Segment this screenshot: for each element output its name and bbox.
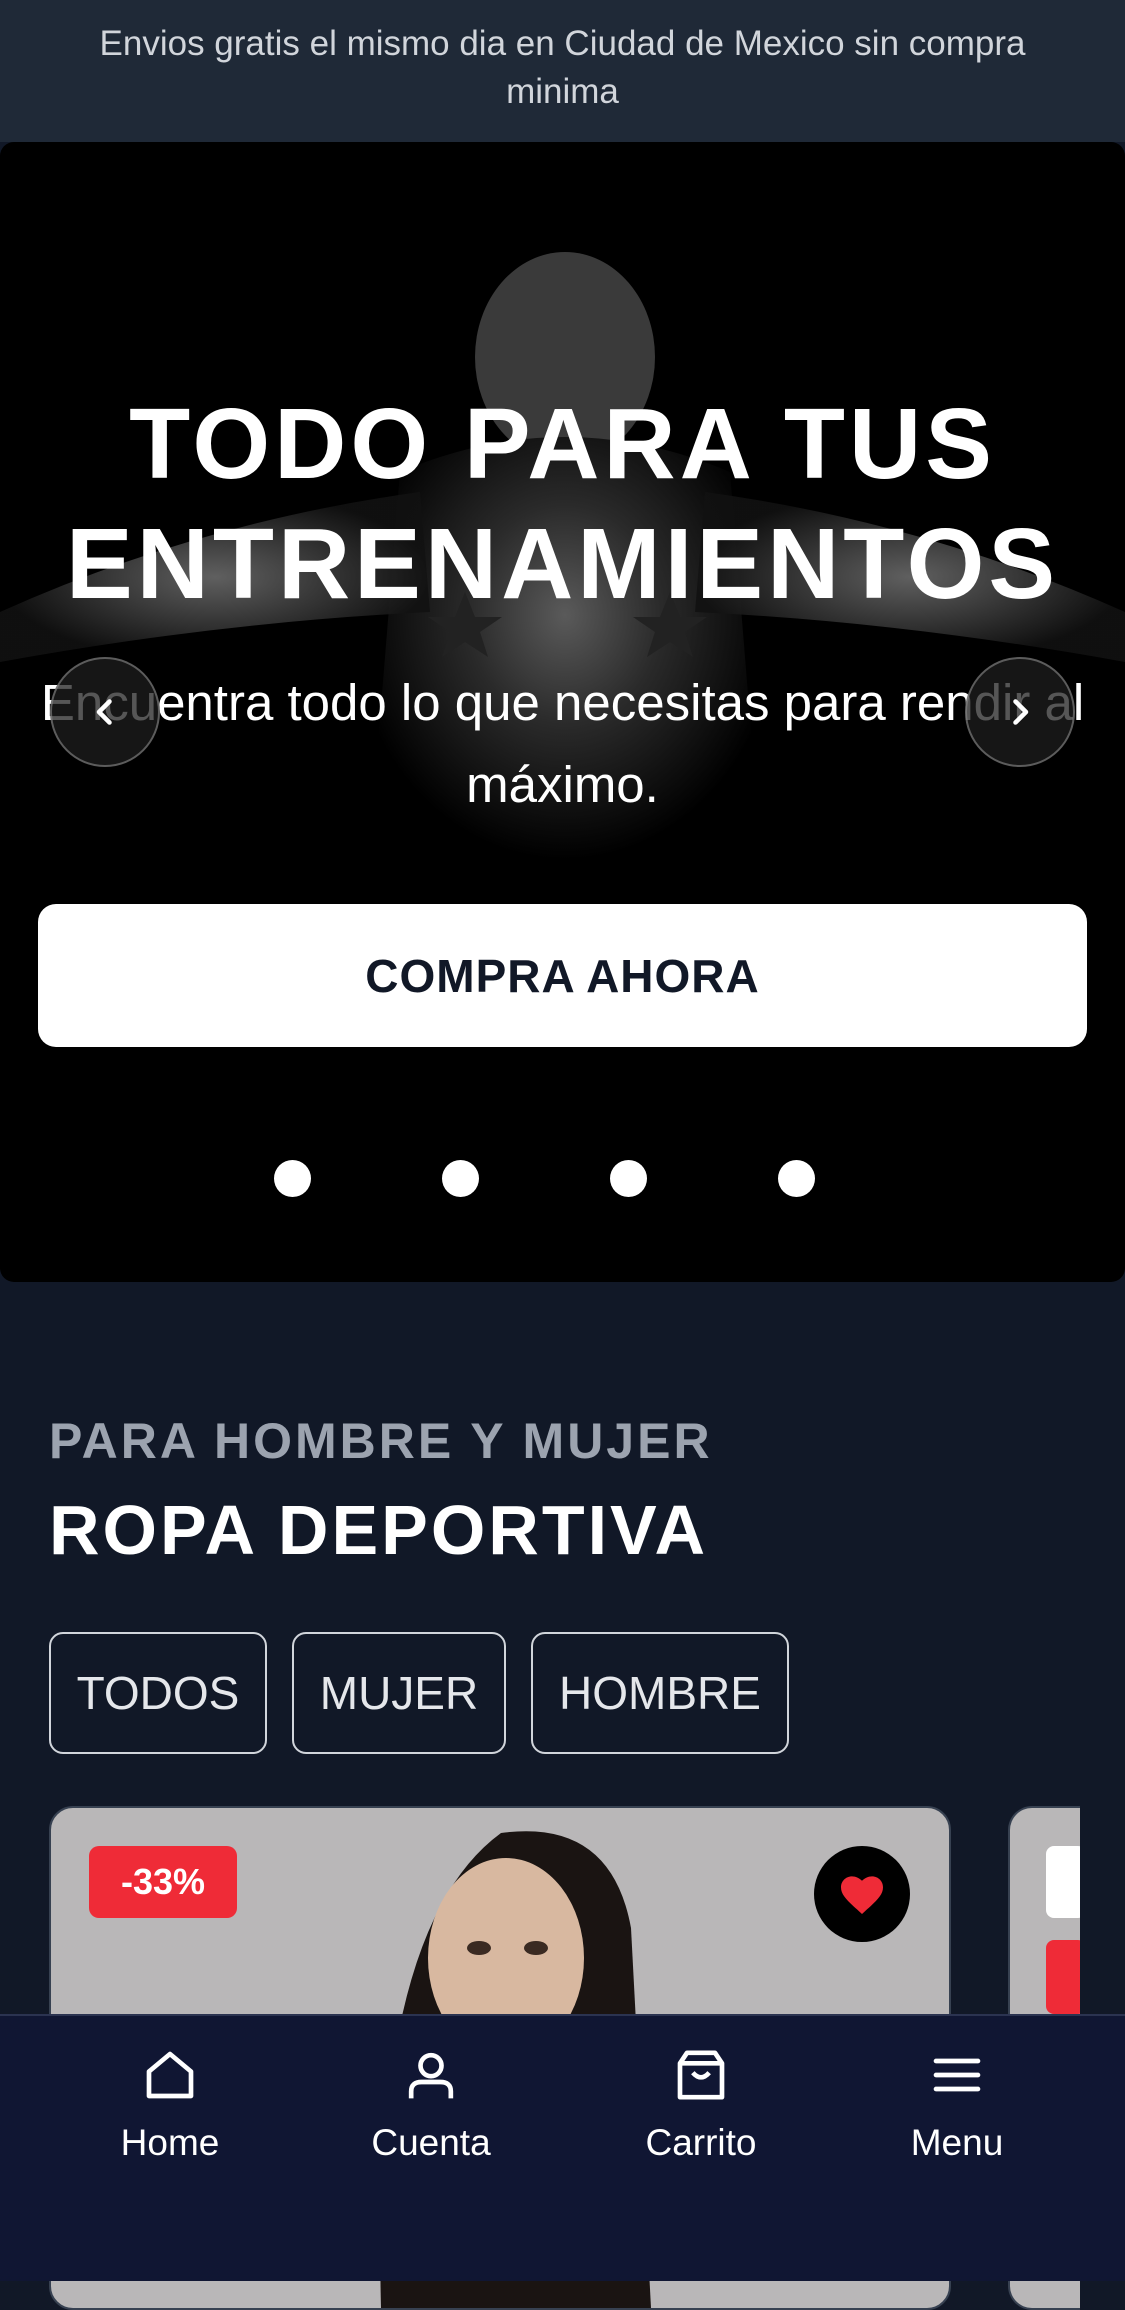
filter-hombre[interactable]: HOMBRE [531, 1632, 789, 1754]
discount-badge: -33% [89, 1846, 237, 1918]
nav-cart[interactable]: Carrito [601, 2040, 801, 2164]
carousel-dots [0, 1160, 1125, 1200]
shop-now-button[interactable]: COMPRA AHORA [38, 904, 1087, 1047]
hero-title-line-1: TODO PARA TUS [129, 388, 996, 500]
chevron-left-icon [96, 699, 112, 725]
user-icon [408, 2052, 454, 2099]
hero-subtitle: Encuentra todo lo que necesitas para ren… [40, 674, 1085, 813]
nav-menu-label: Menu [910, 2122, 1004, 2163]
section-title: ROPA DEPORTIVA [49, 1491, 709, 1569]
favorite-button[interactable] [814, 1846, 910, 1942]
carousel-next-button[interactable] [965, 657, 1075, 767]
announcement-bar: Envios gratis el mismo dia en Ciudad de … [0, 0, 1125, 142]
nav-cart-label: Carrito [645, 2122, 757, 2163]
product-card-next-label [1046, 1846, 1080, 1918]
nav-home-label: Home [120, 2122, 220, 2163]
carousel-dot-4[interactable] [778, 1160, 815, 1197]
hero-title-line-2: ENTRENAMIENTOS [65, 508, 1060, 620]
carousel-dot-2[interactable] [442, 1160, 479, 1197]
bottom-navigation: Home Cuenta Carrito Menu [0, 2014, 1125, 2281]
carousel-prev-button[interactable] [50, 657, 160, 767]
product-card-next-badge [1046, 1940, 1080, 2014]
carousel-dot-1[interactable] [274, 1160, 311, 1197]
chevron-right-icon [1013, 699, 1029, 725]
section-eyebrow: PARA HOMBRE Y MUJER [49, 1413, 713, 1469]
carousel-dot-3[interactable] [610, 1160, 647, 1197]
shopping-bag-icon [677, 2050, 725, 2100]
filter-mujer[interactable]: MUJER [292, 1632, 506, 1754]
nav-menu[interactable]: Menu [857, 2040, 1057, 2164]
home-icon [146, 2051, 194, 2099]
nav-account[interactable]: Cuenta [331, 2040, 531, 2164]
nav-home[interactable]: Home [70, 2040, 270, 2164]
hero-carousel: TODO PARA TUS ENTRENAMIENTOS Encuentra t… [0, 142, 1125, 1282]
announcement-text: Envios gratis el mismo dia en Ciudad de … [99, 24, 1026, 111]
menu-icon [933, 2058, 981, 2092]
heart-icon [841, 1876, 883, 1914]
nav-account-label: Cuenta [371, 2122, 491, 2163]
filter-todos[interactable]: TODOS [49, 1632, 267, 1754]
